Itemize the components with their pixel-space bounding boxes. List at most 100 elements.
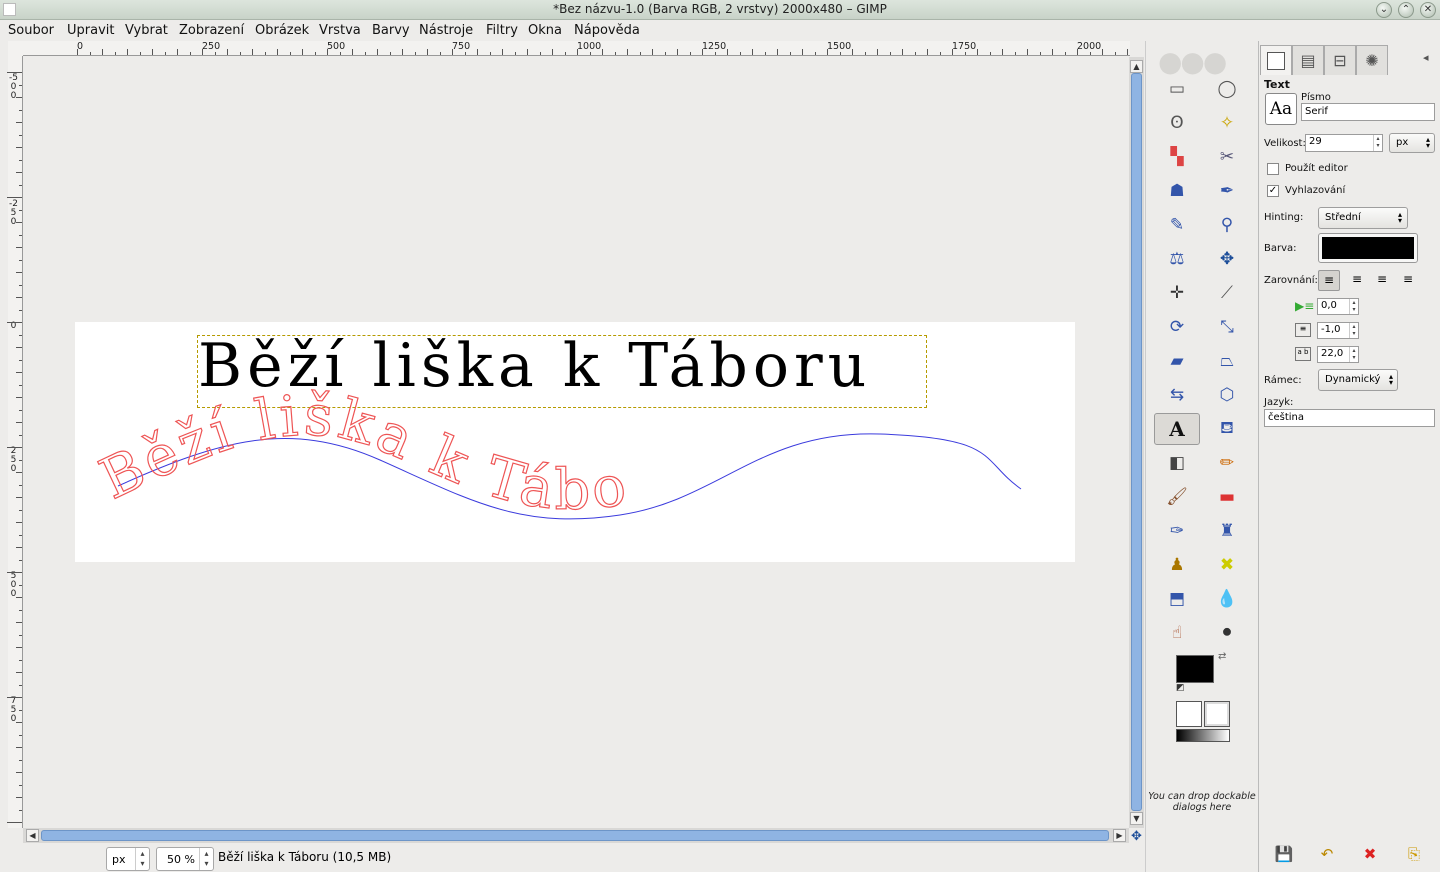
flip-icon[interactable]: ⇆ (1154, 379, 1200, 411)
text-tool-icon[interactable]: A (1154, 413, 1200, 445)
blend-icon[interactable]: ◧ (1154, 447, 1200, 479)
crop-icon[interactable]: ⟋ (1204, 277, 1250, 309)
gradient-preview[interactable] (1176, 729, 1230, 742)
size-value: 29 (1309, 136, 1322, 147)
horizontal-scroll-thumb[interactable] (41, 830, 1109, 841)
line-spacing-input[interactable]: -1,0 ▴ ▾ (1317, 322, 1359, 339)
rotate-icon[interactable]: ⟳ (1154, 311, 1200, 343)
delete-options-icon[interactable]: ✖ (1360, 845, 1380, 865)
tab-layers[interactable]: ▤ (1292, 45, 1324, 75)
size-input[interactable]: 29 ▴ ▾ (1305, 134, 1383, 152)
line-spacing-value: -1,0 (1321, 324, 1341, 335)
tab-undo[interactable]: ✺ (1356, 45, 1388, 75)
language-label: Jazyk: (1264, 397, 1294, 408)
unit-selector[interactable]: px ▴ ▾ (106, 847, 150, 871)
blur-icon[interactable]: 💧 (1204, 583, 1250, 615)
save-options-icon[interactable]: 💾 (1274, 845, 1294, 865)
rect-select-icon[interactable]: ▭ (1154, 73, 1200, 105)
font-preview-button[interactable]: Aa (1265, 93, 1297, 125)
restore-options-icon[interactable]: ↶ (1317, 845, 1337, 865)
letter-spacing-icon: a b (1295, 347, 1311, 361)
use-editor-checkbox[interactable] (1267, 163, 1279, 175)
spinner-icon[interactable]: ▴ ▾ (1373, 135, 1382, 151)
select-by-color-icon[interactable]: ▚ (1154, 141, 1200, 173)
paintbrush-icon[interactable]: 🖌 (1154, 481, 1200, 513)
justify-left-icon[interactable]: ≡ (1318, 270, 1340, 291)
brush-preview[interactable] (1176, 701, 1202, 727)
justify-fill-icon[interactable]: ≡ (1397, 270, 1419, 291)
default-colors-icon[interactable]: ◩ (1176, 683, 1185, 693)
dock-menu-icon[interactable]: ◂ (1423, 51, 1429, 64)
clone-icon[interactable]: ♟ (1154, 549, 1200, 581)
airbrush-icon[interactable]: ✑ (1154, 515, 1200, 547)
spinner-icon[interactable]: ▴ ▾ (1349, 299, 1358, 314)
bucket-fill-icon[interactable]: ⛾ (1204, 413, 1250, 445)
zoom-selector[interactable]: 50 % ▴ ▾ (156, 847, 214, 871)
justify-right-icon[interactable]: ≡ (1346, 270, 1368, 291)
scale-icon[interactable]: ⤡ (1204, 311, 1250, 343)
text-color-button[interactable] (1318, 233, 1418, 263)
perspective-clone-icon[interactable]: ⬒ (1154, 583, 1200, 615)
tab-tool-options[interactable] (1260, 45, 1292, 75)
cage-transform-icon[interactable]: ⬡ (1204, 379, 1250, 411)
zoom-icon[interactable]: ⚲ (1204, 209, 1250, 241)
maximize-button[interactable]: ⌃ (1398, 2, 1414, 18)
close-button[interactable]: ✕ (1420, 2, 1436, 18)
scissors-icon[interactable]: ✂ (1204, 141, 1250, 173)
spinner-icon[interactable]: ▴ ▾ (135, 848, 149, 870)
paths-icon[interactable]: ✒ (1204, 175, 1250, 207)
drop-hint-text: You can drop dockable dialogs here (1148, 791, 1256, 813)
hinting-select[interactable]: Střední ▴ ▾ (1318, 207, 1408, 229)
spinner-icon[interactable]: ▴ ▾ (1349, 323, 1358, 338)
scroll-up-arrow-icon[interactable]: ▲ (1130, 60, 1143, 73)
tool-options-icon (1267, 51, 1285, 70)
heal-icon[interactable]: ✖ (1204, 549, 1250, 581)
indent-value: 0,0 (1321, 300, 1337, 311)
justify-center-icon[interactable]: ≡ (1371, 270, 1393, 291)
reset-options-icon[interactable]: ⎘ (1404, 845, 1424, 865)
size-label: Velikost: (1264, 138, 1306, 149)
scroll-right-arrow-icon[interactable]: ▶ (1113, 829, 1126, 842)
shear-icon[interactable]: ▰ (1154, 345, 1200, 377)
text-on-path-overlay: Běží liška k Tábo (90, 383, 1022, 524)
vertical-scroll-thumb[interactable] (1131, 73, 1142, 811)
spinner-icon[interactable]: ▴ ▾ (1349, 347, 1358, 362)
pattern-preview[interactable] (1204, 701, 1230, 727)
minimize-button[interactable]: ⌄ (1376, 2, 1392, 18)
navigate-icon[interactable]: ✥ (1131, 829, 1142, 844)
indent-input[interactable]: 0,0 ▴ ▾ (1317, 298, 1359, 315)
tab-channels[interactable]: ⊟ (1324, 45, 1356, 75)
letter-spacing-input[interactable]: 22,0 ▴ ▾ (1317, 346, 1359, 363)
align-icon[interactable]: ✛ (1154, 277, 1200, 309)
box-mode-select[interactable]: Dynamický ▴ ▾ (1318, 369, 1398, 391)
scroll-left-arrow-icon[interactable]: ◀ (26, 829, 39, 842)
box-mode-value: Dynamický (1325, 374, 1381, 385)
ellipse-select-icon[interactable]: ◯ (1204, 73, 1250, 105)
language-input[interactable]: čeština (1264, 409, 1435, 427)
antialias-checkbox[interactable]: ✓ (1267, 185, 1279, 197)
scroll-down-arrow-icon[interactable]: ▼ (1130, 812, 1143, 825)
spinner-icon[interactable]: ▴ ▾ (199, 848, 213, 870)
foreground-select-icon[interactable]: ☗ (1154, 175, 1200, 207)
size-unit-value: px (1396, 137, 1409, 148)
justify-label: Zarovnání: (1264, 275, 1318, 286)
swap-colors-icon[interactable]: ⇄ (1218, 651, 1226, 662)
eraser-icon[interactable]: ▬ (1204, 481, 1250, 513)
ink-icon[interactable]: ♜ (1204, 515, 1250, 547)
text-color-swatch (1322, 237, 1414, 259)
smudge-icon[interactable]: ☝ (1154, 617, 1200, 649)
dodge-burn-icon[interactable]: ⚫ (1204, 617, 1250, 649)
perspective-icon[interactable]: ⏢ (1204, 345, 1250, 377)
font-input[interactable]: Serif (1301, 103, 1435, 121)
size-unit-select[interactable]: px ▴ ▾ (1389, 133, 1435, 153)
horizontal-scrollbar[interactable]: ◀ ▶ (23, 828, 1129, 843)
pencil-icon[interactable]: ✏ (1204, 447, 1250, 479)
vertical-scrollbar[interactable]: ▲ ▼ (1129, 57, 1144, 828)
color-picker-icon[interactable]: ✎ (1154, 209, 1200, 241)
foreground-color-swatch[interactable] (1176, 655, 1214, 683)
move-icon[interactable]: ✥ (1204, 243, 1250, 275)
antialias-label: Vyhlazování (1285, 185, 1346, 196)
fuzzy-select-icon[interactable]: ✧ (1204, 107, 1250, 139)
measure-icon[interactable]: ⚖ (1154, 243, 1200, 275)
lasso-icon[interactable]: ʘ (1154, 107, 1200, 139)
